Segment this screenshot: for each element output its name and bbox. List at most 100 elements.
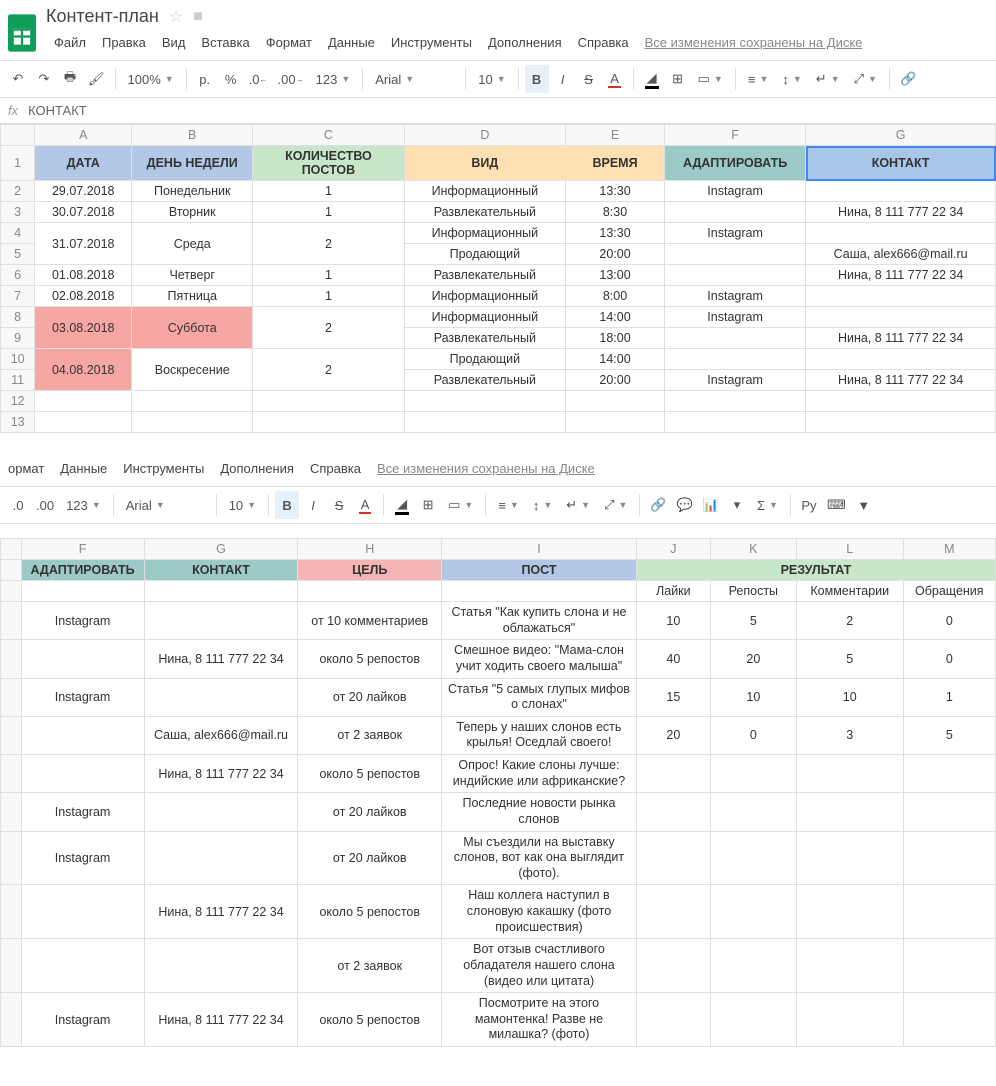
col-header[interactable]: K bbox=[710, 539, 796, 560]
cell-contact[interactable] bbox=[144, 793, 298, 831]
cell-goal[interactable]: от 20 лайков bbox=[298, 831, 442, 885]
percent-format[interactable]: % bbox=[219, 65, 243, 93]
row-header[interactable]: 12 bbox=[1, 391, 35, 412]
col-header[interactable]: H bbox=[298, 539, 442, 560]
cell-kind[interactable]: Информационный bbox=[404, 181, 565, 202]
row-header[interactable]: 11 bbox=[1, 370, 35, 391]
col-header[interactable] bbox=[1, 125, 35, 146]
cell-kind[interactable]: Информационный bbox=[404, 286, 565, 307]
row-header[interactable]: 5 bbox=[1, 244, 35, 265]
saved-status[interactable]: Все изменения сохранены на Диске bbox=[637, 31, 871, 54]
cell-time[interactable]: 20:00 bbox=[566, 244, 665, 265]
strikethrough-button[interactable]: S bbox=[577, 65, 601, 93]
cell-count[interactable]: 1 bbox=[253, 286, 404, 307]
cell-adapt[interactable] bbox=[21, 716, 144, 754]
cell-adapt[interactable] bbox=[664, 202, 805, 223]
rotate-button[interactable]: ⤢▼ bbox=[848, 66, 883, 92]
col-header[interactable]: A bbox=[35, 125, 132, 146]
input-lang[interactable]: Ру bbox=[797, 491, 821, 519]
cell-comments[interactable] bbox=[796, 831, 903, 885]
cell-likes[interactable]: 20 bbox=[636, 716, 710, 754]
col-header[interactable]: J bbox=[636, 539, 710, 560]
cell-dow[interactable]: Пятница bbox=[132, 286, 253, 307]
subhdr-reposts[interactable]: Репосты bbox=[710, 581, 796, 602]
row-header[interactable]: 3 bbox=[1, 202, 35, 223]
row-header[interactable]: 2 bbox=[1, 181, 35, 202]
cell-reposts[interactable]: 20 bbox=[710, 640, 796, 678]
row-header[interactable]: 7 bbox=[1, 286, 35, 307]
cell-time[interactable]: 13:30 bbox=[566, 223, 665, 244]
col-header[interactable] bbox=[1, 539, 22, 560]
cell-goal[interactable]: около 5 репостов bbox=[298, 993, 442, 1047]
col-header[interactable]: F bbox=[664, 125, 805, 146]
row-header[interactable]: 9 bbox=[1, 328, 35, 349]
halign-2[interactable]: ≡▼ bbox=[492, 492, 525, 518]
wrap-button[interactable]: ↵▼ bbox=[810, 66, 846, 92]
cell-kind[interactable]: Продающий bbox=[404, 349, 565, 370]
cell-count[interactable]: 1 bbox=[253, 181, 404, 202]
menu2-format[interactable]: ормат bbox=[0, 457, 52, 480]
chevron-down-icon[interactable]: ▼ bbox=[852, 491, 876, 519]
cell-count[interactable]: 2 bbox=[253, 223, 404, 265]
cell-count[interactable]: 2 bbox=[253, 307, 404, 349]
number-format-select[interactable]: 123▼ bbox=[310, 66, 357, 92]
cell-date[interactable]: 01.08.2018 bbox=[35, 265, 132, 286]
fx-value[interactable]: КОНТАКТ bbox=[28, 103, 87, 118]
borders-button[interactable]: ⊞ bbox=[666, 65, 690, 93]
cell-contact[interactable]: Нина, 8 111 777 22 34 bbox=[806, 265, 996, 286]
cell-date[interactable]: 31.07.2018 bbox=[35, 223, 132, 265]
cell-comments[interactable] bbox=[796, 793, 903, 831]
cell-dow[interactable]: Четверг bbox=[132, 265, 253, 286]
paint-format-icon[interactable]: 🖌 bbox=[84, 65, 109, 93]
subhdr-likes[interactable]: Лайки bbox=[636, 581, 710, 602]
cell-adapt[interactable]: Instagram bbox=[21, 993, 144, 1047]
cell-count[interactable]: 1 bbox=[253, 202, 404, 223]
row-header[interactable]: 1 bbox=[1, 146, 35, 181]
comment-icon[interactable]: 💬 bbox=[673, 491, 697, 519]
cell-goal[interactable]: от 10 комментариев bbox=[298, 602, 442, 640]
menu2-help[interactable]: Справка bbox=[302, 457, 369, 480]
menu-file[interactable]: Файл bbox=[46, 31, 94, 54]
functions-icon[interactable]: Σ▼ bbox=[751, 492, 784, 518]
cell-reposts[interactable] bbox=[710, 939, 796, 993]
cell-kind[interactable]: Развлекательный bbox=[404, 265, 565, 286]
cell-requests[interactable] bbox=[903, 939, 995, 993]
cell-post[interactable]: Мы съездили на выставку слонов, вот как … bbox=[442, 831, 637, 885]
cell-comments[interactable] bbox=[796, 993, 903, 1047]
cell-kind[interactable]: Развлекательный bbox=[404, 202, 565, 223]
row-header[interactable] bbox=[1, 560, 22, 581]
cell-adapt[interactable]: Instagram bbox=[664, 307, 805, 328]
cell-contact[interactable]: Нина, 8 111 777 22 34 bbox=[144, 885, 298, 939]
hdr2-contact[interactable]: КОНТАКТ bbox=[144, 560, 298, 581]
cell-goal[interactable]: от 2 заявок bbox=[298, 939, 442, 993]
cell-reposts[interactable]: 5 bbox=[710, 602, 796, 640]
cell-date[interactable]: 03.08.2018 bbox=[35, 307, 132, 349]
menu-addons[interactable]: Дополнения bbox=[480, 31, 570, 54]
fill-color-button[interactable]: ◢ bbox=[640, 65, 664, 93]
cell-adapt[interactable] bbox=[664, 265, 805, 286]
cell-time[interactable]: 8:30 bbox=[566, 202, 665, 223]
hdr2-goal[interactable]: ЦЕЛЬ bbox=[298, 560, 442, 581]
increase-decimal[interactable]: .00→ bbox=[274, 65, 308, 93]
cell-adapt[interactable]: Instagram bbox=[664, 181, 805, 202]
cell-contact[interactable] bbox=[144, 831, 298, 885]
hdr2-adapt[interactable]: АДАПТИРОВАТЬ bbox=[21, 560, 144, 581]
cell-dow[interactable]: Воскресение bbox=[132, 349, 253, 391]
italic-button[interactable]: I bbox=[551, 65, 575, 93]
row-header[interactable] bbox=[1, 678, 22, 716]
menu-format[interactable]: Формат bbox=[258, 31, 320, 54]
cell-adapt[interactable] bbox=[21, 939, 144, 993]
redo-icon[interactable]: ↷ bbox=[32, 65, 56, 93]
text-color-button[interactable]: A bbox=[603, 65, 627, 93]
subhdr-requests[interactable]: Обращения bbox=[903, 581, 995, 602]
row-header[interactable]: 6 bbox=[1, 265, 35, 286]
cell-adapt[interactable]: Instagram bbox=[664, 370, 805, 391]
col-header[interactable]: F bbox=[21, 539, 144, 560]
cell-reposts[interactable]: 10 bbox=[710, 678, 796, 716]
row-header[interactable] bbox=[1, 993, 22, 1047]
col-header[interactable]: I bbox=[442, 539, 637, 560]
cell-goal[interactable]: от 20 лайков bbox=[298, 793, 442, 831]
cell-post[interactable]: Опрос! Какие слоны лучше: индийские или … bbox=[442, 755, 637, 793]
cell-goal[interactable]: около 5 репостов bbox=[298, 885, 442, 939]
insert-link-icon[interactable]: 🔗 bbox=[896, 65, 920, 93]
